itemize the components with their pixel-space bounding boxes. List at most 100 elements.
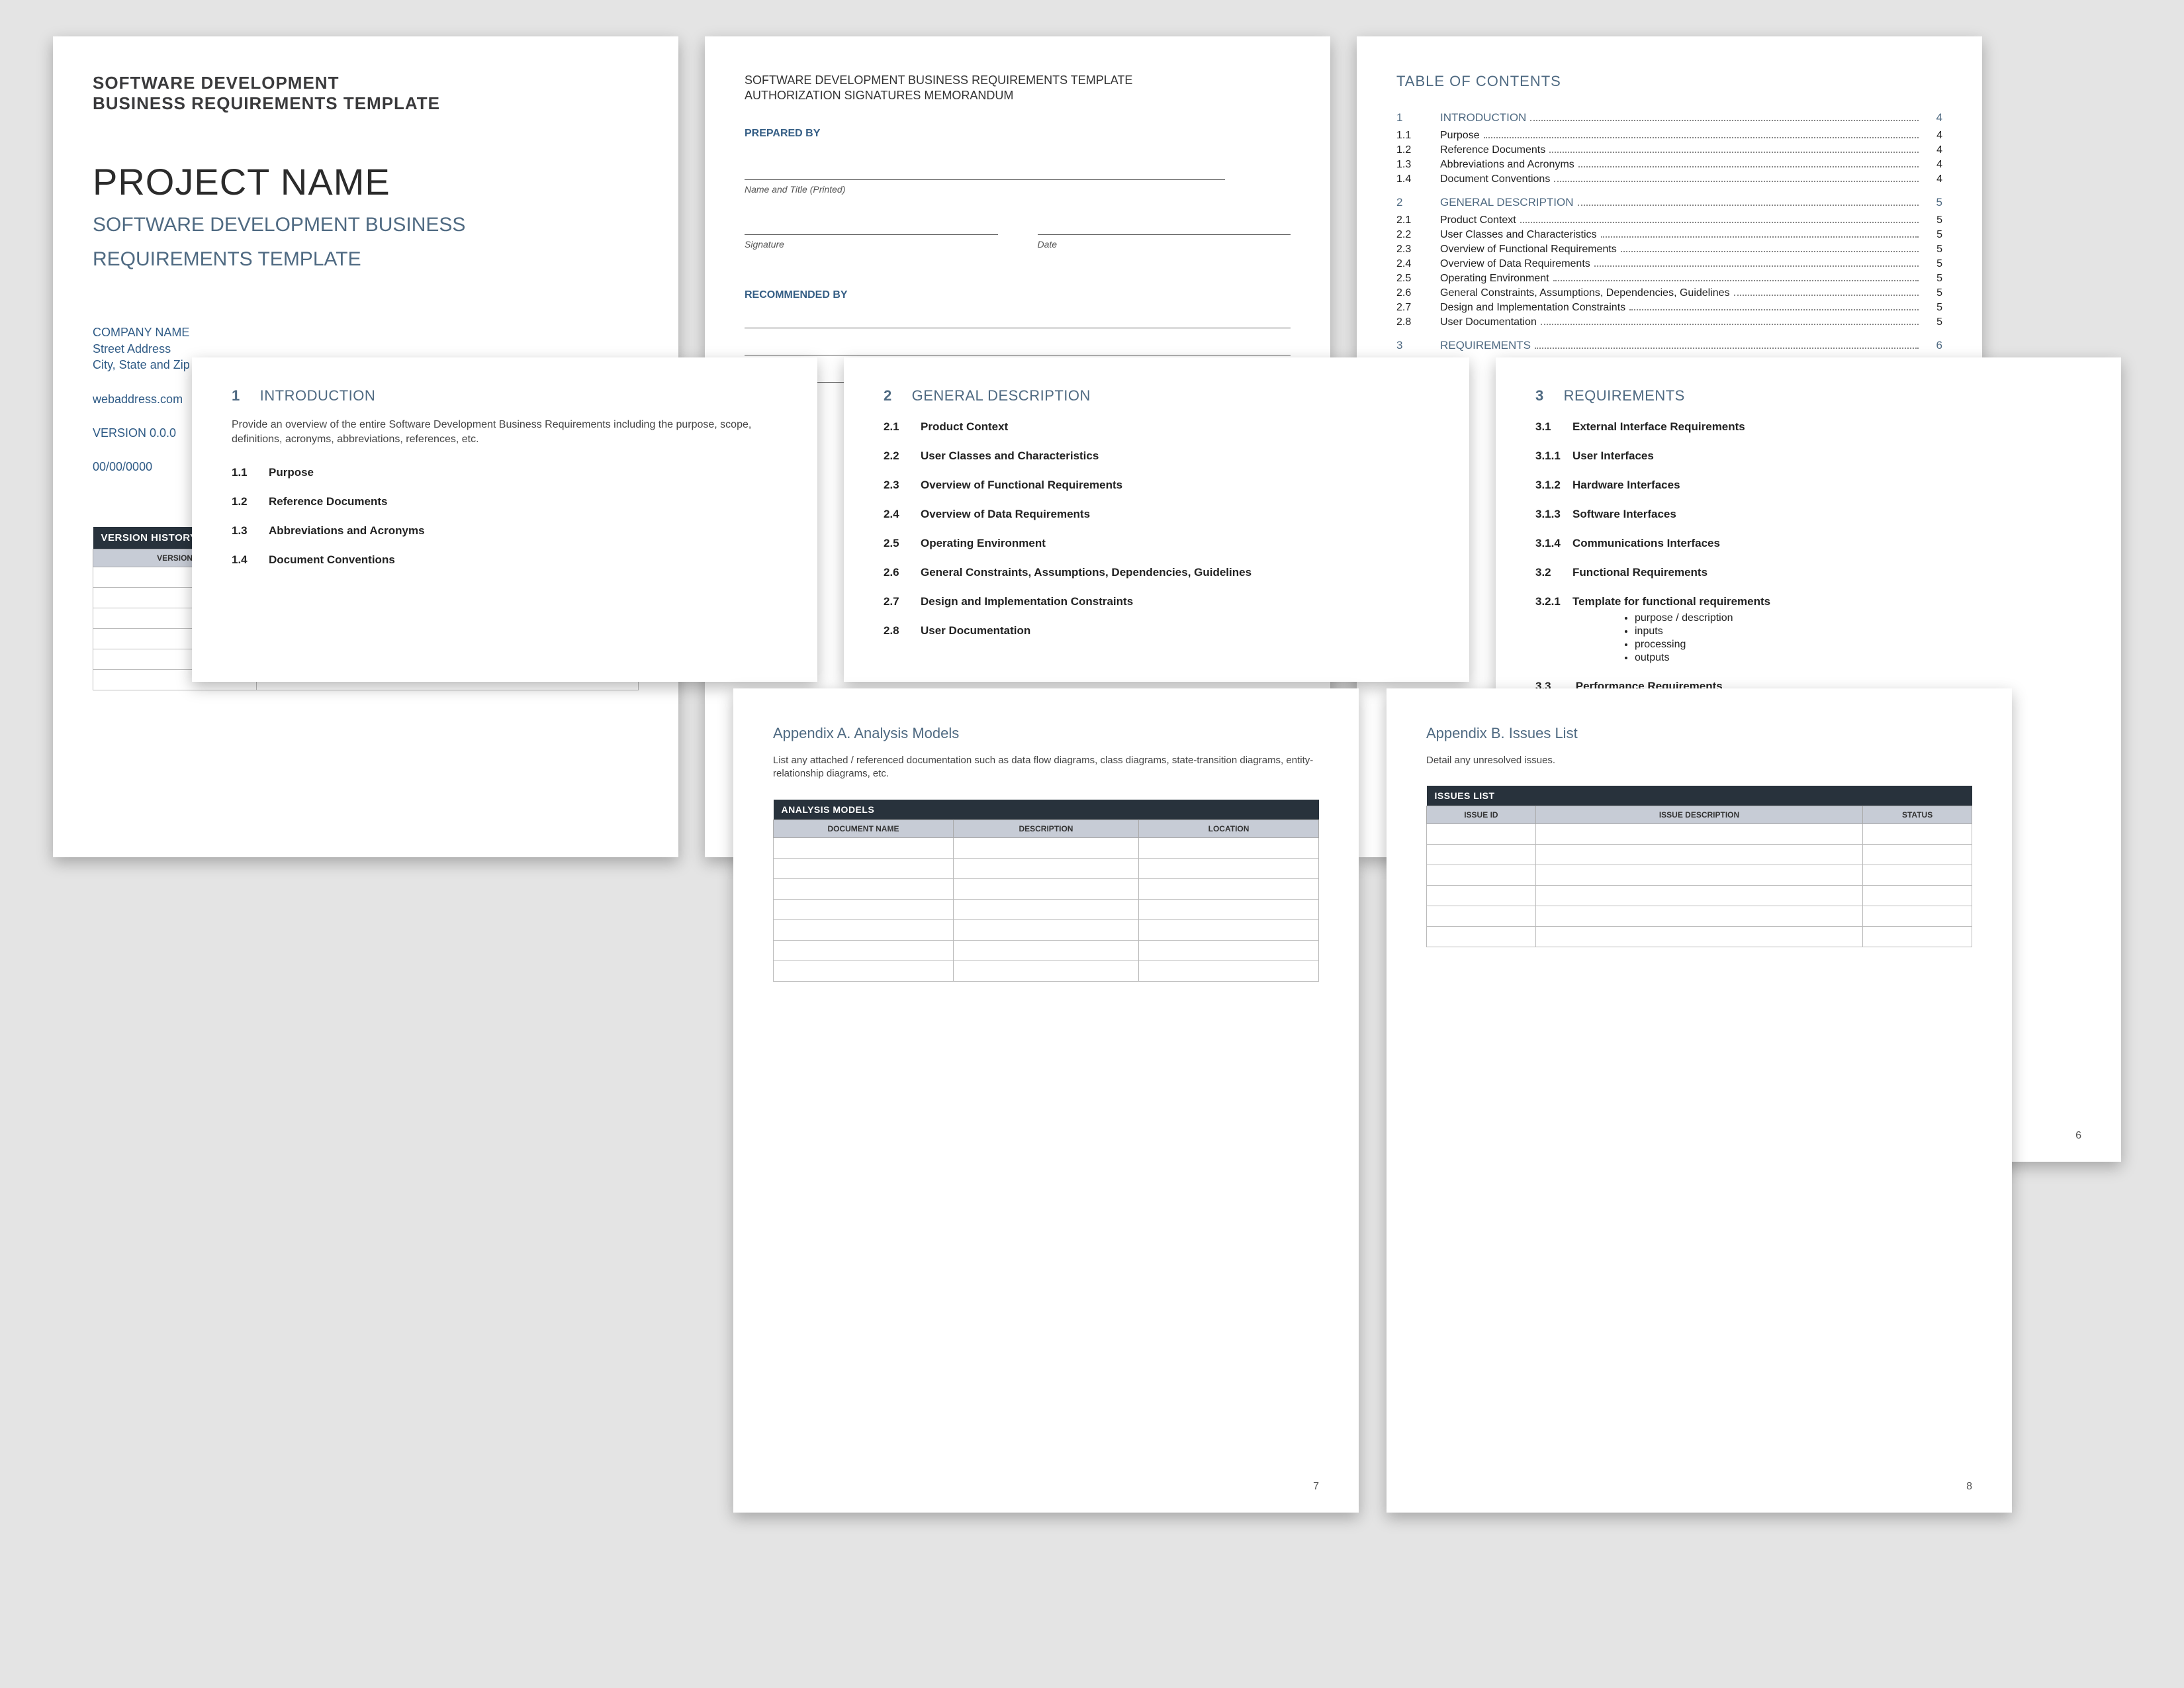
section-item-title: Overview of Functional Requirements <box>921 479 1122 491</box>
page-section-1: 1 INTRODUCTION Provide an overview of th… <box>192 357 817 682</box>
toc-row: 1.4Document Conventions4 <box>1396 172 1942 187</box>
toc-dots <box>1578 205 1919 206</box>
section-1-desc: Provide an overview of the entire Softwa… <box>232 418 778 446</box>
table-row <box>774 858 1319 878</box>
document-pretitle-1: SOFTWARE DEVELOPMENT <box>93 73 639 93</box>
toc-page: 4 <box>1923 111 1942 124</box>
toc-row: 2GENERAL DESCRIPTION5 <box>1396 195 1942 211</box>
toc-title: TABLE OF CONTENTS <box>1396 73 1942 90</box>
toc-dots <box>1594 265 1919 267</box>
section-2-num: 2 <box>884 387 907 404</box>
toc-row: 2.3Overview of Functional Requirements5 <box>1396 242 1942 257</box>
analysis-models-title: ANALYSIS MODELS <box>774 800 1319 820</box>
section-item-num: 3.2.1 <box>1535 595 1572 608</box>
section-item-title: Document Conventions <box>269 553 395 566</box>
toc-row: 3REQUIREMENTS6 <box>1396 338 1942 353</box>
appA-col-3: LOCATION <box>1139 820 1319 837</box>
toc-dots <box>1578 166 1919 167</box>
page-appendix-b: Appendix B. Issues List Detail any unres… <box>1387 688 2012 1513</box>
date-caption: Date <box>1038 239 1291 250</box>
section-item-title: User Documentation <box>921 624 1030 637</box>
section-item-title: User Interfaces <box>1572 449 1654 462</box>
toc-num: 3 <box>1396 339 1440 352</box>
toc-num: 2.4 <box>1396 258 1440 270</box>
toc-page: 5 <box>1923 287 1942 299</box>
toc-text: User Documentation <box>1440 316 1537 328</box>
table-row <box>1427 906 1972 927</box>
section-item-num: 3.2 <box>1535 566 1572 579</box>
toc-dots <box>1549 152 1919 153</box>
bullet-item: processing <box>1635 639 2081 651</box>
date-line <box>1038 234 1291 235</box>
appA-col-1: DOCUMENT NAME <box>774 820 954 837</box>
toc-dots <box>1621 251 1919 252</box>
section-3-title: REQUIREMENTS <box>1564 387 1685 404</box>
section-item-num: 2.7 <box>884 595 921 608</box>
section-item-num: 2.6 <box>884 566 921 579</box>
section-3-num: 3 <box>1535 387 1559 404</box>
section-1-items: 1.1Purpose1.2Reference Documents1.3Abbre… <box>232 466 778 567</box>
section-item-title: Functional Requirements <box>1572 566 1707 579</box>
toc-dots <box>1530 120 1919 121</box>
toc-body: 1INTRODUCTION41.1Purpose41.2Reference Do… <box>1396 110 1942 353</box>
toc-text: GENERAL DESCRIPTION <box>1440 196 1574 209</box>
page-appendix-a: Appendix A. Analysis Models List any att… <box>733 688 1359 1513</box>
page-section-2: 2 GENERAL DESCRIPTION 2.1Product Context… <box>844 357 1469 682</box>
toc-row: 2.6General Constraints, Assumptions, Dep… <box>1396 286 1942 301</box>
toc-num: 2.2 <box>1396 229 1440 241</box>
section-item: 3.1External Interface Requirements <box>1535 420 2081 434</box>
table-row <box>1427 886 1972 906</box>
section-item-num: 2.2 <box>884 449 921 463</box>
toc-dots <box>1629 309 1919 310</box>
section-item-title: Software Interfaces <box>1572 508 1676 520</box>
toc-num: 2.3 <box>1396 244 1440 256</box>
name-title-line <box>745 179 1225 180</box>
street-address: Street Address <box>93 341 639 357</box>
section-item: 2.8User Documentation <box>884 624 1430 637</box>
toc-text: Reference Documents <box>1440 144 1545 156</box>
section-item: 2.2User Classes and Characteristics <box>884 449 1430 463</box>
toc-row: 1.3Abbreviations and Acronyms4 <box>1396 158 1942 172</box>
toc-page: 4 <box>1923 159 1942 171</box>
table-row <box>774 961 1319 981</box>
bullet-item: purpose / description <box>1635 612 2081 624</box>
toc-dots <box>1520 222 1919 223</box>
toc-row: 2.1Product Context5 <box>1396 213 1942 228</box>
toc-dots <box>1553 280 1919 281</box>
toc-row: 2.4Overview of Data Requirements5 <box>1396 257 1942 271</box>
toc-text: Operating Environment <box>1440 273 1549 285</box>
company-name: COMPANY NAME <box>93 324 639 340</box>
section-item: 2.3Overview of Functional Requirements <box>884 479 1430 492</box>
section-item-num: 1.1 <box>232 466 269 479</box>
section-2-items: 2.1Product Context2.2User Classes and Ch… <box>884 420 1430 637</box>
toc-row: 2.7Design and Implementation Constraints… <box>1396 301 1942 315</box>
section-item: 3.1.2Hardware Interfaces <box>1535 479 2081 492</box>
toc-text: Document Conventions <box>1440 173 1550 185</box>
recommended-by-label: RECOMMENDED BY <box>745 289 1291 301</box>
toc-dots <box>1484 137 1919 138</box>
section-item: 2.7Design and Implementation Constraints <box>884 595 1430 608</box>
section-item-num: 2.4 <box>884 508 921 521</box>
bullet-item: outputs <box>1635 652 2081 664</box>
table-row <box>1427 865 1972 886</box>
toc-text: General Constraints, Assumptions, Depend… <box>1440 287 1730 299</box>
section-item-num: 3.1 <box>1535 420 1572 434</box>
toc-page: 6 <box>1923 339 1942 352</box>
sig-header-1: SOFTWARE DEVELOPMENT BUSINESS REQUIREMEN… <box>745 73 1291 88</box>
section-item: 1.1Purpose <box>232 466 778 479</box>
toc-num: 2.7 <box>1396 302 1440 314</box>
section-3-heading: 3 REQUIREMENTS <box>1535 387 2081 404</box>
section-1-num: 1 <box>232 387 255 404</box>
section-item-num: 1.4 <box>232 553 269 567</box>
toc-row: 1.2Reference Documents4 <box>1396 143 1942 158</box>
section-item: 3.2Functional Requirements <box>1535 566 2081 579</box>
issues-list-title: ISSUES LIST <box>1427 786 1972 806</box>
section-item-title: Communications Interfaces <box>1572 537 1720 549</box>
toc-text: Design and Implementation Constraints <box>1440 302 1625 314</box>
appendix-a-title: Appendix A. Analysis Models <box>773 725 1319 742</box>
section-item-num: 3.1.3 <box>1535 508 1572 521</box>
table-row <box>774 919 1319 940</box>
page-number-8: 8 <box>1966 1481 1972 1493</box>
table-row <box>774 940 1319 961</box>
project-name: PROJECT NAME <box>93 160 639 203</box>
